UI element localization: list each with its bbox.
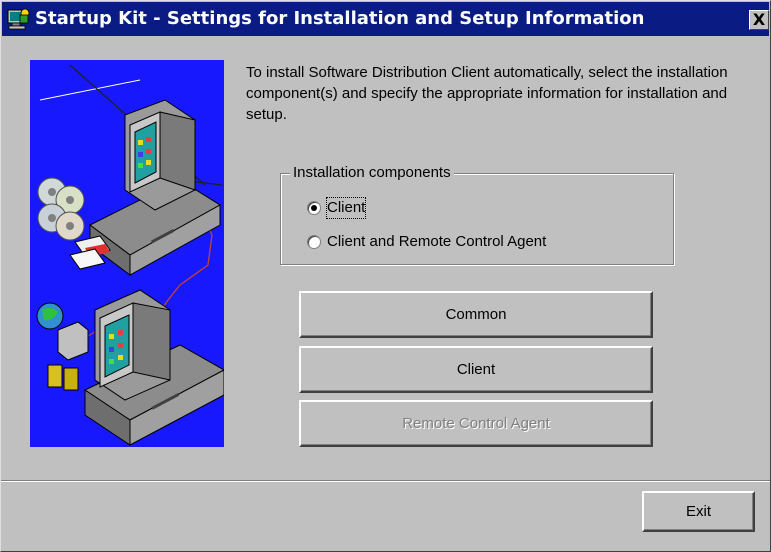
installation-components-group: Installation components Client Client an…: [280, 163, 674, 265]
group-label: Installation components: [290, 163, 454, 183]
exit-button[interactable]: Exit: [642, 491, 755, 532]
settings-dialog: Startup Kit - Settings for Installation …: [0, 0, 771, 552]
common-button[interactable]: Common: [299, 291, 653, 338]
remote-control-agent-button[interactable]: Remote Control Agent: [299, 400, 653, 447]
computers-illustration: [30, 60, 224, 447]
close-button[interactable]: X: [749, 10, 769, 30]
separator: [1, 480, 770, 482]
client-button[interactable]: Client: [299, 346, 653, 393]
instructions-text: To install Software Distribution Client …: [246, 64, 728, 123]
startup-kit-icon: [7, 8, 30, 30]
window-title: Startup Kit - Settings for Installation …: [35, 8, 645, 29]
radio-selected-indicator[interactable]: [307, 201, 321, 215]
radio-client-label: Client: [325, 197, 367, 219]
radio-client-remote-label: Client and Remote Control Agent: [327, 233, 547, 250]
radio-unselected-indicator[interactable]: [307, 235, 321, 249]
title-bar[interactable]: Startup Kit - Settings for Installation …: [2, 2, 769, 36]
